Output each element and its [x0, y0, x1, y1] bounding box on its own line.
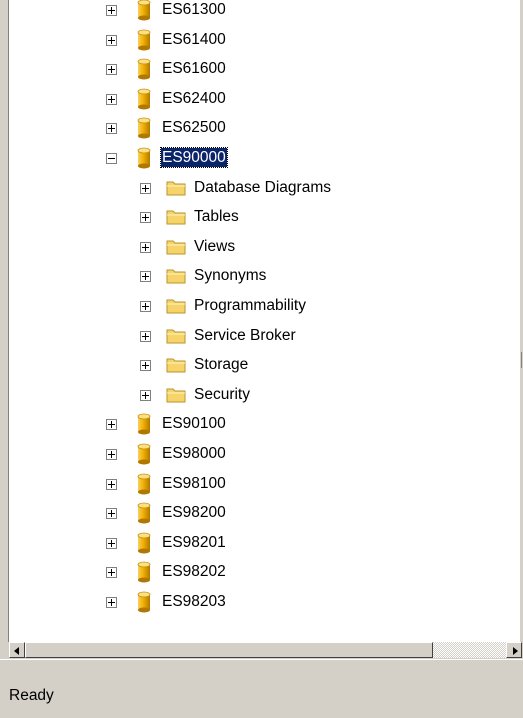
expand-toggle-icon[interactable]: [106, 34, 117, 46]
tree-node-label[interactable]: ES98203: [162, 592, 226, 611]
status-text: Ready: [9, 687, 54, 704]
tree-node-database[interactable]: ES62400: [106, 87, 486, 117]
status-bar: Ready: [0, 659, 523, 718]
tree-node-database[interactable]: ES90100: [106, 412, 486, 442]
expand-toggle-icon[interactable]: [106, 597, 117, 608]
tree-node-folder[interactable]: Views: [140, 235, 520, 265]
expand-toggle-icon[interactable]: [106, 478, 117, 490]
arrow-right-icon: [513, 647, 518, 655]
horizontal-scrollbar[interactable]: [9, 642, 523, 659]
database-icon: [137, 88, 151, 114]
tree-node-label[interactable]: ES61400: [162, 30, 226, 49]
tree-node-label[interactable]: ES98000: [162, 444, 226, 463]
expand-toggle-icon[interactable]: [106, 508, 117, 520]
tree-node-folder[interactable]: Security: [140, 383, 520, 413]
expand-toggle-icon[interactable]: [106, 449, 117, 460]
folder-icon: [166, 268, 186, 288]
database-icon: [137, 532, 151, 558]
tree-node-database[interactable]: ES98000: [106, 442, 486, 472]
tree-node-label[interactable]: Service Broker: [194, 326, 296, 345]
folder-icon: [166, 209, 186, 229]
tree-node-database[interactable]: ES98200: [106, 501, 486, 531]
expand-toggle-icon[interactable]: [140, 271, 151, 283]
tree-node-label[interactable]: ES98201: [162, 533, 226, 552]
tree-node-label[interactable]: ES62500: [162, 118, 226, 137]
expand-toggle-icon[interactable]: [140, 330, 151, 342]
tree-node-folder[interactable]: Storage: [140, 353, 520, 383]
tree-node-database[interactable]: ES98100: [106, 472, 486, 502]
expand-toggle-icon[interactable]: [140, 182, 151, 194]
expand-toggle-icon[interactable]: [140, 301, 151, 312]
scrollbar-track[interactable]: [433, 642, 506, 658]
tree-node-database[interactable]: ES61400: [106, 28, 486, 58]
scroll-left-button[interactable]: [9, 642, 25, 658]
tree-node-label[interactable]: ES62400: [162, 89, 226, 108]
object-explorer-tree[interactable]: ES61300 ES61400 ES61600 ES62400 ES62500 ES900…: [9, 0, 520, 642]
tree-node-folder[interactable]: Tables: [140, 205, 520, 235]
folder-icon: [166, 298, 186, 318]
expand-toggle-icon[interactable]: [106, 123, 117, 135]
tree-node-label[interactable]: ES98100: [162, 474, 226, 493]
expand-toggle-icon[interactable]: [140, 241, 151, 253]
database-icon: [137, 117, 151, 143]
tree-node-label[interactable]: Tables: [194, 207, 239, 226]
tree-node-label[interactable]: Programmability: [194, 296, 306, 315]
tree-node-database[interactable]: ES98203: [106, 590, 486, 620]
expand-toggle-icon[interactable]: [106, 5, 117, 16]
tree-node-database[interactable]: ES98202: [106, 560, 486, 590]
tree-node-folder[interactable]: Programmability: [140, 294, 520, 324]
expand-toggle-icon[interactable]: [140, 212, 151, 224]
tree-node-label[interactable]: ES98202: [162, 562, 226, 581]
folder-icon: [166, 357, 186, 377]
tree-node-label[interactable]: Synonyms: [194, 266, 266, 285]
database-icon: [137, 473, 151, 499]
expand-toggle-icon[interactable]: [106, 567, 117, 579]
tree-node-folder[interactable]: Database Diagrams: [140, 176, 520, 206]
tree-node-label[interactable]: Database Diagrams: [194, 178, 331, 197]
tree-node-database[interactable]: ES61600: [106, 57, 486, 87]
expand-toggle-icon[interactable]: [140, 360, 151, 372]
expand-toggle-icon[interactable]: [140, 389, 151, 401]
tree-node-database[interactable]: ES62500: [106, 116, 486, 146]
tree-node-label[interactable]: Storage: [194, 355, 248, 374]
database-icon: [137, 591, 151, 617]
tree-node-label[interactable]: ES90100: [162, 414, 226, 433]
database-icon: [137, 502, 151, 528]
tree-node-label[interactable]: ES90000: [160, 147, 228, 168]
folder-icon: [166, 387, 186, 407]
database-icon: [137, 58, 151, 84]
database-icon: [137, 0, 151, 25]
expand-toggle-icon[interactable]: [106, 64, 117, 76]
database-icon: [137, 561, 151, 587]
database-icon: [137, 147, 151, 173]
tree-node-label[interactable]: ES61600: [162, 59, 226, 78]
tree-node-database[interactable]: ES98201: [106, 531, 486, 561]
database-icon: [137, 443, 151, 469]
database-icon: [137, 29, 151, 55]
tree-node-label[interactable]: ES98200: [162, 503, 226, 522]
tree-node-database[interactable]: ES90000: [106, 146, 486, 176]
expand-toggle-icon[interactable]: [106, 93, 117, 105]
arrow-left-icon: [14, 647, 19, 655]
expand-toggle-icon[interactable]: [106, 537, 117, 549]
tree-node-label[interactable]: ES61300: [162, 0, 226, 19]
tree-node-folder[interactable]: Service Broker: [140, 324, 520, 354]
expand-toggle-icon[interactable]: [106, 419, 117, 431]
tree-node-label[interactable]: Views: [194, 237, 235, 256]
folder-icon: [166, 180, 186, 200]
tree-node-database[interactable]: ES61300: [106, 0, 486, 28]
left-border: [0, 0, 9, 642]
tree-node-folder[interactable]: Synonyms: [140, 264, 520, 294]
folder-icon: [166, 239, 186, 259]
collapse-toggle-icon[interactable]: [106, 153, 117, 164]
tree-node-label[interactable]: Security: [194, 385, 250, 404]
scroll-right-button[interactable]: [506, 642, 522, 658]
folder-icon: [166, 328, 186, 348]
scrollbar-thumb[interactable]: [25, 642, 433, 658]
database-icon: [137, 413, 151, 439]
